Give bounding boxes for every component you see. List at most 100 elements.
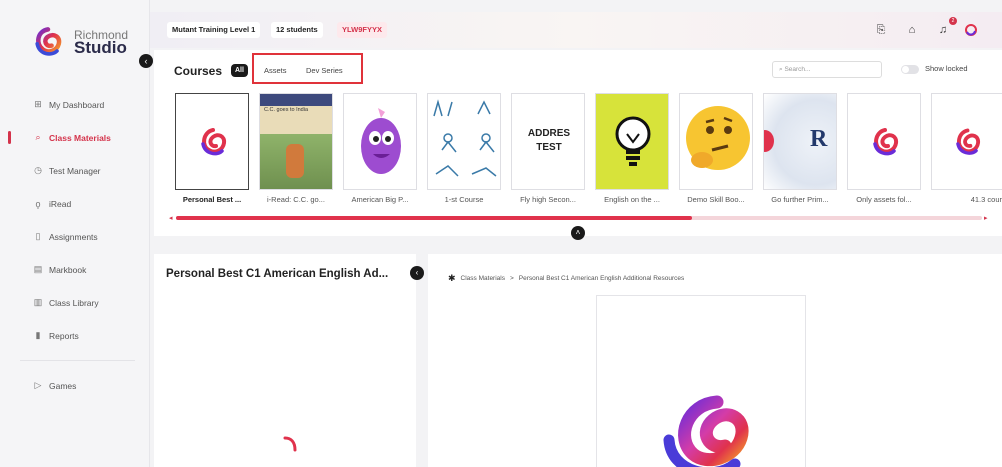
richmond-logo-icon [663, 395, 749, 467]
sidebar-item-reports[interactable]: ▮ Reports [0, 319, 150, 352]
reports-icon: ▮ [35, 330, 41, 340]
all-filter-button[interactable]: All [231, 64, 248, 77]
sidebar-item-label: Assignments [49, 231, 98, 242]
sidebar-item-label: Markbook [49, 264, 87, 275]
search-placeholder: Search... [784, 66, 811, 73]
tab-assets[interactable]: Assets [264, 66, 287, 75]
thinking-emoji-icon [686, 106, 750, 170]
sidebar-item-label: Class Library [49, 297, 99, 308]
horizontal-scrollbar[interactable] [176, 216, 982, 220]
richmond-logo-icon [956, 128, 980, 155]
loading-spinner-icon [283, 436, 297, 452]
purple-monster-icon [361, 108, 401, 174]
breadcrumb-item-class-materials[interactable]: Class Materials [461, 275, 505, 282]
sidebar-item-markbook[interactable]: ▤ Markbook [0, 253, 150, 286]
sidebar-item-label: Games [49, 380, 77, 391]
sidebar-item-assignments[interactable]: ▯ Assignments [0, 220, 150, 253]
library-icon: ▥ [33, 297, 43, 307]
sidebar-item-class-materials[interactable]: ⌕ Class Materials [0, 121, 150, 154]
course-card-title: 1-st Course [444, 195, 484, 204]
breadcrumb-item-current: Personal Best C1 American English Additi… [518, 275, 685, 282]
tab-dev-series[interactable]: Dev Series [306, 66, 343, 75]
courses-title: Courses [174, 64, 223, 78]
sidebar-item-my-dashboard[interactable]: ⊞ My Dashboard [0, 88, 150, 121]
app-logo[interactable]: Richmond Studio [30, 24, 140, 64]
course-card[interactable] [343, 93, 417, 190]
grid-icon: ⊞ [34, 99, 42, 109]
sidebar-item-label: iRead [49, 198, 72, 209]
course-card[interactable]: R [763, 93, 837, 190]
sketch-figures-icon [433, 99, 497, 177]
play-icon: ▷ [34, 380, 42, 390]
course-card[interactable] [175, 93, 249, 190]
sidebar-divider [20, 360, 135, 361]
sidebar: Richmond Studio ⊞ My Dashboard ⌕ Class Mat… [0, 0, 150, 467]
course-card[interactable] [427, 93, 501, 190]
richmond-logo-icon [201, 128, 227, 156]
sidebar-item-class-library[interactable]: ▥ Class Library [0, 286, 150, 319]
clipboard-icon[interactable]: ⎘ [874, 23, 888, 37]
book-cover-band [260, 94, 332, 106]
students-count-chip[interactable]: 12 students [271, 22, 323, 38]
resource-preview-panel: ✱ Class Materials > Personal Best C1 Ame… [428, 254, 1002, 467]
lightbulb-icon [615, 116, 651, 166]
sidebar-item-label: My Dashboard [49, 99, 105, 110]
sidebar-item-label: Test Manager [49, 165, 101, 176]
course-card[interactable] [595, 93, 669, 190]
course-card[interactable]: C.C. goes to India [259, 93, 333, 190]
read-icon: ϙ [35, 198, 41, 209]
scroll-right-arrow-icon[interactable]: ▸ [984, 214, 988, 222]
course-card-title: i-Read: C.C. go... [267, 195, 325, 204]
sidebar-item-label: Class Materials [49, 132, 111, 143]
course-card[interactable]: ADDRES TEST [511, 93, 585, 190]
course-detail-panel: Personal Best C1 American English Ad... … [154, 254, 424, 467]
search-input[interactable]: ⌕ Search... [772, 61, 882, 78]
card-thumb-letter: R [810, 126, 828, 152]
course-card-title: Personal Best ... [182, 195, 242, 204]
sidebar-item-label: Reports [49, 330, 79, 341]
breadcrumb: ✱ Class Materials > Personal Best C1 Ame… [448, 273, 684, 284]
collapse-sidebar-button[interactable]: ‹ [139, 54, 153, 68]
clock-icon: ◷ [34, 165, 42, 175]
sidebar-item-iread[interactable]: ϙ iRead [0, 187, 150, 220]
collapse-courses-button[interactable]: ˄ [571, 226, 585, 240]
app-root: Richmond Studio ⊞ My Dashboard ⌕ Class Mat… [0, 0, 1002, 467]
resource-preview[interactable] [596, 295, 806, 467]
course-card-title: Go further Prim... [771, 195, 829, 204]
top-bar: Mutant Training Level 1 12 students YLW9… [150, 12, 1002, 48]
bell-icon[interactable]: ♫ [936, 23, 950, 37]
course-card-title: English on the ... [604, 195, 660, 204]
richmond-logo-icon [873, 128, 899, 156]
richmond-logo-icon [35, 27, 62, 56]
breadcrumb-separator: > [509, 275, 514, 282]
scrollbar-thumb[interactable] [176, 216, 692, 220]
sidebar-item-test-manager[interactable]: ◷ Test Manager [0, 154, 150, 187]
book-cover-title: C.C. goes to India [264, 107, 309, 113]
sidebar-item-games[interactable]: ▷ Games [0, 369, 150, 402]
course-card-title: Demo Skill Boo... [687, 195, 745, 204]
class-code-chip[interactable]: YLW9FYYX [337, 22, 388, 38]
institution-icon[interactable]: ⌂ [905, 23, 919, 37]
profile-avatar-icon[interactable] [964, 23, 978, 37]
assignment-icon: ▯ [35, 231, 41, 241]
course-card[interactable] [931, 93, 1002, 190]
show-locked-toggle[interactable] [901, 65, 919, 74]
course-card-title: 41.3 cour [970, 195, 1002, 204]
card-thumb-text: TEST [536, 142, 562, 153]
show-locked-label: Show locked [925, 64, 968, 73]
course-card[interactable] [679, 93, 753, 190]
logo-text-bottom: Studio [74, 38, 127, 57]
scroll-left-arrow-icon[interactable]: ◂ [169, 214, 173, 222]
course-card-title: American Big P... [351, 195, 409, 204]
class-name-chip[interactable]: Mutant Training Level 1 [167, 22, 261, 38]
puzzle-icon: ✱ [448, 273, 456, 283]
course-card[interactable] [847, 93, 921, 190]
course-card-title: Fly high Secon... [520, 195, 576, 204]
collapse-detail-button[interactable]: ‹ [410, 266, 424, 280]
sidebar-nav: ⊞ My Dashboard ⌕ Class Materials ◷ Test Man… [0, 88, 150, 402]
card-thumb-text: ADDRES [527, 128, 571, 139]
markbook-icon: ▤ [33, 264, 43, 274]
course-detail-title: Personal Best C1 American English Ad... [166, 268, 389, 280]
notification-badge: 2 [949, 17, 957, 25]
course-card-title: Only assets fol... [856, 195, 912, 204]
